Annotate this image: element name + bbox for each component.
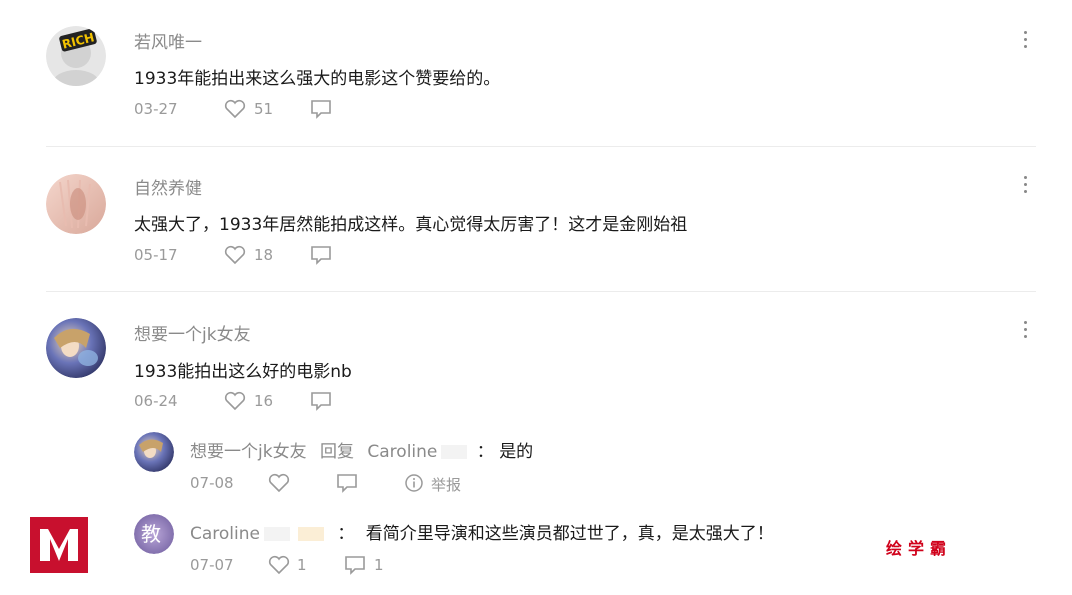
comment-icon[interactable] <box>310 245 332 265</box>
report-link[interactable]: 举报 <box>431 474 461 495</box>
comment-text: 1933能拍出这么好的电影nb <box>134 362 352 382</box>
like-icon[interactable] <box>224 245 246 265</box>
divider <box>46 291 1036 292</box>
reply-count: 1 <box>374 556 384 574</box>
like-icon[interactable] <box>268 473 290 493</box>
comment-date: 03-27 <box>134 100 178 118</box>
comment-date: 06-24 <box>134 392 178 410</box>
comment-icon[interactable] <box>310 99 332 119</box>
avatar[interactable]: RICH <box>46 26 106 86</box>
like-count: 51 <box>254 100 274 118</box>
like-icon[interactable] <box>224 391 246 411</box>
like-count: 18 <box>254 246 274 264</box>
reply-text-line: Caroline ： 看简介里导演和这些演员都过世了，真，是太强大了！ <box>190 519 774 544</box>
more-options-icon[interactable] <box>1016 173 1036 197</box>
reply-username[interactable]: Caroline <box>190 524 260 544</box>
reply-content: 看简介里导演和这些演员都过世了，真，是太强大了！ <box>365 524 774 544</box>
like-icon[interactable] <box>268 555 290 575</box>
avatar[interactable] <box>46 318 106 378</box>
avatar-text: 教 <box>141 522 161 546</box>
info-icon[interactable] <box>404 473 424 493</box>
avatar[interactable] <box>46 174 106 234</box>
watermark-text: 绘学霸 <box>886 539 953 558</box>
comment-username[interactable]: 想要一个jk女友 <box>134 320 251 345</box>
reply-username[interactable]: 想要一个jk女友 <box>190 442 307 462</box>
more-options-icon[interactable] <box>1016 28 1036 52</box>
avatar[interactable] <box>134 432 174 472</box>
watermark-logo <box>30 517 88 573</box>
comment-username[interactable]: 自然养健 <box>134 174 202 199</box>
reply-separator: ： <box>337 524 355 544</box>
comment-text: 1933年能拍出来这么强大的电影这个赞要给的。 <box>134 69 501 89</box>
blurred-badge <box>297 527 324 541</box>
comment-icon[interactable] <box>310 391 332 411</box>
reply-target-username[interactable]: Caroline <box>367 442 437 462</box>
comment-icon[interactable] <box>344 555 366 575</box>
comment-text: 太强大了，1933年居然能拍成这样。真心觉得太厉害了！这才是金刚始祖 <box>134 215 688 235</box>
reply-date: 07-07 <box>190 556 234 574</box>
blurred-badge <box>441 445 468 459</box>
comment-username[interactable]: 若风唯一 <box>134 28 202 53</box>
reply-label: 回复 <box>319 442 354 462</box>
like-count: 16 <box>254 392 274 410</box>
reply-text-line: 想要一个jk女友 回复 Caroline ： 是的 <box>190 437 533 462</box>
like-count: 1 <box>297 556 307 574</box>
comment-icon[interactable] <box>336 473 358 493</box>
comment-date: 05-17 <box>134 246 178 264</box>
reply-date: 07-08 <box>190 474 234 492</box>
reply-separator: ： <box>476 442 494 462</box>
like-icon[interactable] <box>224 99 246 119</box>
blurred-badge <box>263 527 290 541</box>
divider <box>46 146 1036 147</box>
reply-content: 是的 <box>499 442 534 462</box>
more-options-icon[interactable] <box>1016 318 1036 342</box>
avatar[interactable]: 教 <box>134 514 174 554</box>
